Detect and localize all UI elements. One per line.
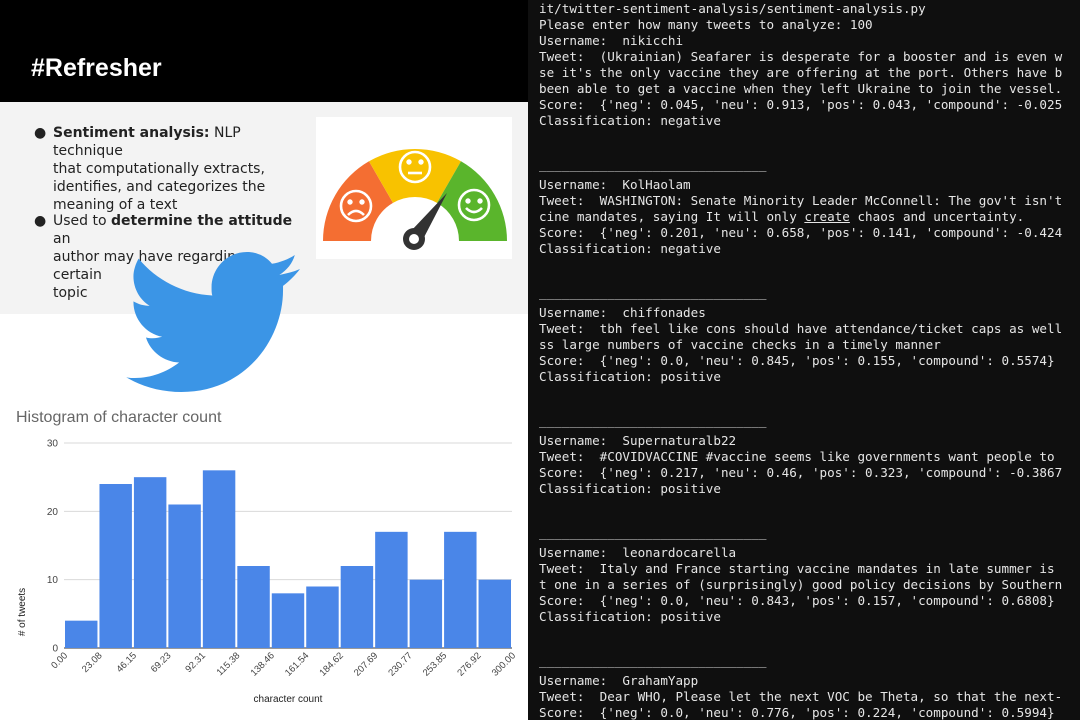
histogram-bar xyxy=(99,484,132,648)
terminal-line: Score: {'neg': 0.217, 'neu': 0.46, 'pos'… xyxy=(539,465,1063,480)
terminal-line: t one in a series of (surprisingly) good… xyxy=(539,577,1063,592)
bullet-dot: ● xyxy=(34,125,47,141)
x-tick-label: 230.77 xyxy=(386,650,414,678)
y-tick-label: 20 xyxy=(47,507,59,518)
terminal-line: Tweet: WASHINGTON: Senate Minority Leade… xyxy=(539,193,1063,208)
sentiment-meter xyxy=(316,117,512,259)
bullet-line: identifies, and categorizes the xyxy=(53,179,266,195)
terminal-line: Tweet: tbh feel like cons should have at… xyxy=(539,321,1063,336)
terminal-line: Classification: positive xyxy=(539,481,721,496)
x-tick-label: 115.38 xyxy=(215,650,243,678)
histogram-chart: 0 10 20 300.00 23.08 46.15 69.23 92.31 115.38 138… xyxy=(17,439,518,706)
x-tick-label: 161.54 xyxy=(283,650,311,678)
histogram-bar xyxy=(444,531,477,648)
y-axis-label: # of tweets xyxy=(17,588,28,636)
terminal-line: Username: KolHaolam xyxy=(539,177,691,192)
terminal-line: Username: Supernaturalb22 xyxy=(539,433,737,448)
terminal-line: Score: {'neg': 0.0, 'neu': 0.776, 'pos':… xyxy=(539,705,1055,720)
terminal-line: Please enter how many tweets to analyze:… xyxy=(539,17,873,32)
histogram-bar xyxy=(271,593,305,648)
terminal-line: Username: GrahamYapp xyxy=(539,673,699,688)
x-tick-label: 300.00 xyxy=(490,650,518,678)
terminal-line: cine mandates, saying It will only creat… xyxy=(539,209,1025,224)
terminal-line: Classification: positive xyxy=(539,369,721,384)
slide-panel: #Refresher ● Sentiment analysis: NLP tec… xyxy=(0,0,528,720)
terminal-line: it/twitter-sentiment-analysis/sentiment-… xyxy=(539,1,926,16)
terminal-line: Tweet: Italy and France starting vaccine… xyxy=(539,561,1055,576)
terminal-line: ______________________________ xyxy=(539,413,767,428)
needle-icon xyxy=(403,193,447,250)
x-tick-label: 46.15 xyxy=(114,650,139,675)
terminal-window[interactable]: it/twitter-sentiment-analysis/sentiment-… xyxy=(528,0,1080,720)
x-tick-label: 207.69 xyxy=(352,650,380,678)
x-tick-label: 69.23 xyxy=(149,650,174,675)
terminal-line: ______________________________ xyxy=(539,653,767,668)
terminal-line: Score: {'neg': 0.045, 'neu': 0.913, 'pos… xyxy=(539,97,1063,112)
twitter-bird-icon xyxy=(126,252,300,392)
terminal-line: Tweet: (Ukrainian) Seafarer is desperate… xyxy=(539,49,1063,64)
terminal-line: ______________________________ xyxy=(539,525,767,540)
terminal-line: Username: chiffonades xyxy=(539,305,706,320)
terminal-line: Username: leonardocarella xyxy=(539,545,737,560)
terminal-line: Score: {'neg': 0.201, 'neu': 0.658, 'pos… xyxy=(539,225,1063,240)
histogram-bar xyxy=(237,566,270,648)
histogram-bar xyxy=(133,477,167,648)
terminal-line: Classification: positive xyxy=(539,609,721,624)
x-tick-label: 138.46 xyxy=(249,650,277,678)
x-tick-label: 253.85 xyxy=(421,650,449,678)
y-tick-label: 30 xyxy=(47,439,59,450)
histogram-bar xyxy=(340,566,374,648)
histogram-bar xyxy=(409,579,443,648)
histogram-bar xyxy=(375,531,408,648)
terminal-line: ss large numbers of vaccine checks in a … xyxy=(539,337,941,352)
bullet-text: Sentiment analysis: NLP technique that c… xyxy=(53,124,293,214)
histogram-bar xyxy=(202,470,236,648)
terminal-line: Tweet: Dear WHO, Please let the next VOC… xyxy=(539,689,1063,704)
x-tick-label: 276.92 xyxy=(455,650,483,678)
chart-title: Histogram of character count xyxy=(16,409,222,426)
bullet-bold: Sentiment analysis: xyxy=(53,125,210,141)
sentiment-meter-graphic xyxy=(323,148,507,250)
y-tick-label: 0 xyxy=(52,644,58,655)
terminal-line: Score: {'neg': 0.0, 'neu': 0.843, 'pos':… xyxy=(539,593,1055,608)
terminal-line: ______________________________ xyxy=(539,157,767,172)
bullet-line: meaning of a text xyxy=(53,197,178,213)
terminal-line: Username: nikicchi xyxy=(539,33,684,48)
terminal-line: ______________________________ xyxy=(539,285,767,300)
slide-header: #Refresher xyxy=(0,0,528,102)
x-tick-label: 92.31 xyxy=(183,650,208,675)
terminal-line: Classification: negative xyxy=(539,113,721,128)
terminal-line: been able to get a vaccine when they lef… xyxy=(539,81,1063,96)
underlined-word: create xyxy=(804,209,850,224)
x-axis-label: character count xyxy=(254,694,323,705)
bullet-line: Used to xyxy=(53,213,111,229)
bullet-line: an xyxy=(53,231,71,247)
x-tick-label: 23.08 xyxy=(80,650,105,675)
terminal-line: Score: {'neg': 0.0, 'neu': 0.845, 'pos':… xyxy=(539,353,1055,368)
histogram-bar xyxy=(168,504,201,648)
histogram-bar xyxy=(478,579,511,648)
terminal-line: se it's the only vaccine they are offeri… xyxy=(539,65,1063,80)
x-tick-label: 184.62 xyxy=(317,650,345,678)
terminal-line: Tweet: #COVIDVACCINE #vaccine seems like… xyxy=(539,449,1055,464)
histogram-bar xyxy=(65,620,98,648)
bullet-bold: determine the attitude xyxy=(111,213,293,229)
y-tick-label: 10 xyxy=(47,575,59,586)
bullet-line: topic xyxy=(53,285,88,301)
slide-title: #Refresher xyxy=(31,54,162,82)
bullet-dot: ● xyxy=(34,213,47,229)
terminal-line: Classification: negative xyxy=(539,241,721,256)
histogram-bar xyxy=(306,586,339,648)
bullet-line: that computationally extracts, xyxy=(53,161,265,177)
